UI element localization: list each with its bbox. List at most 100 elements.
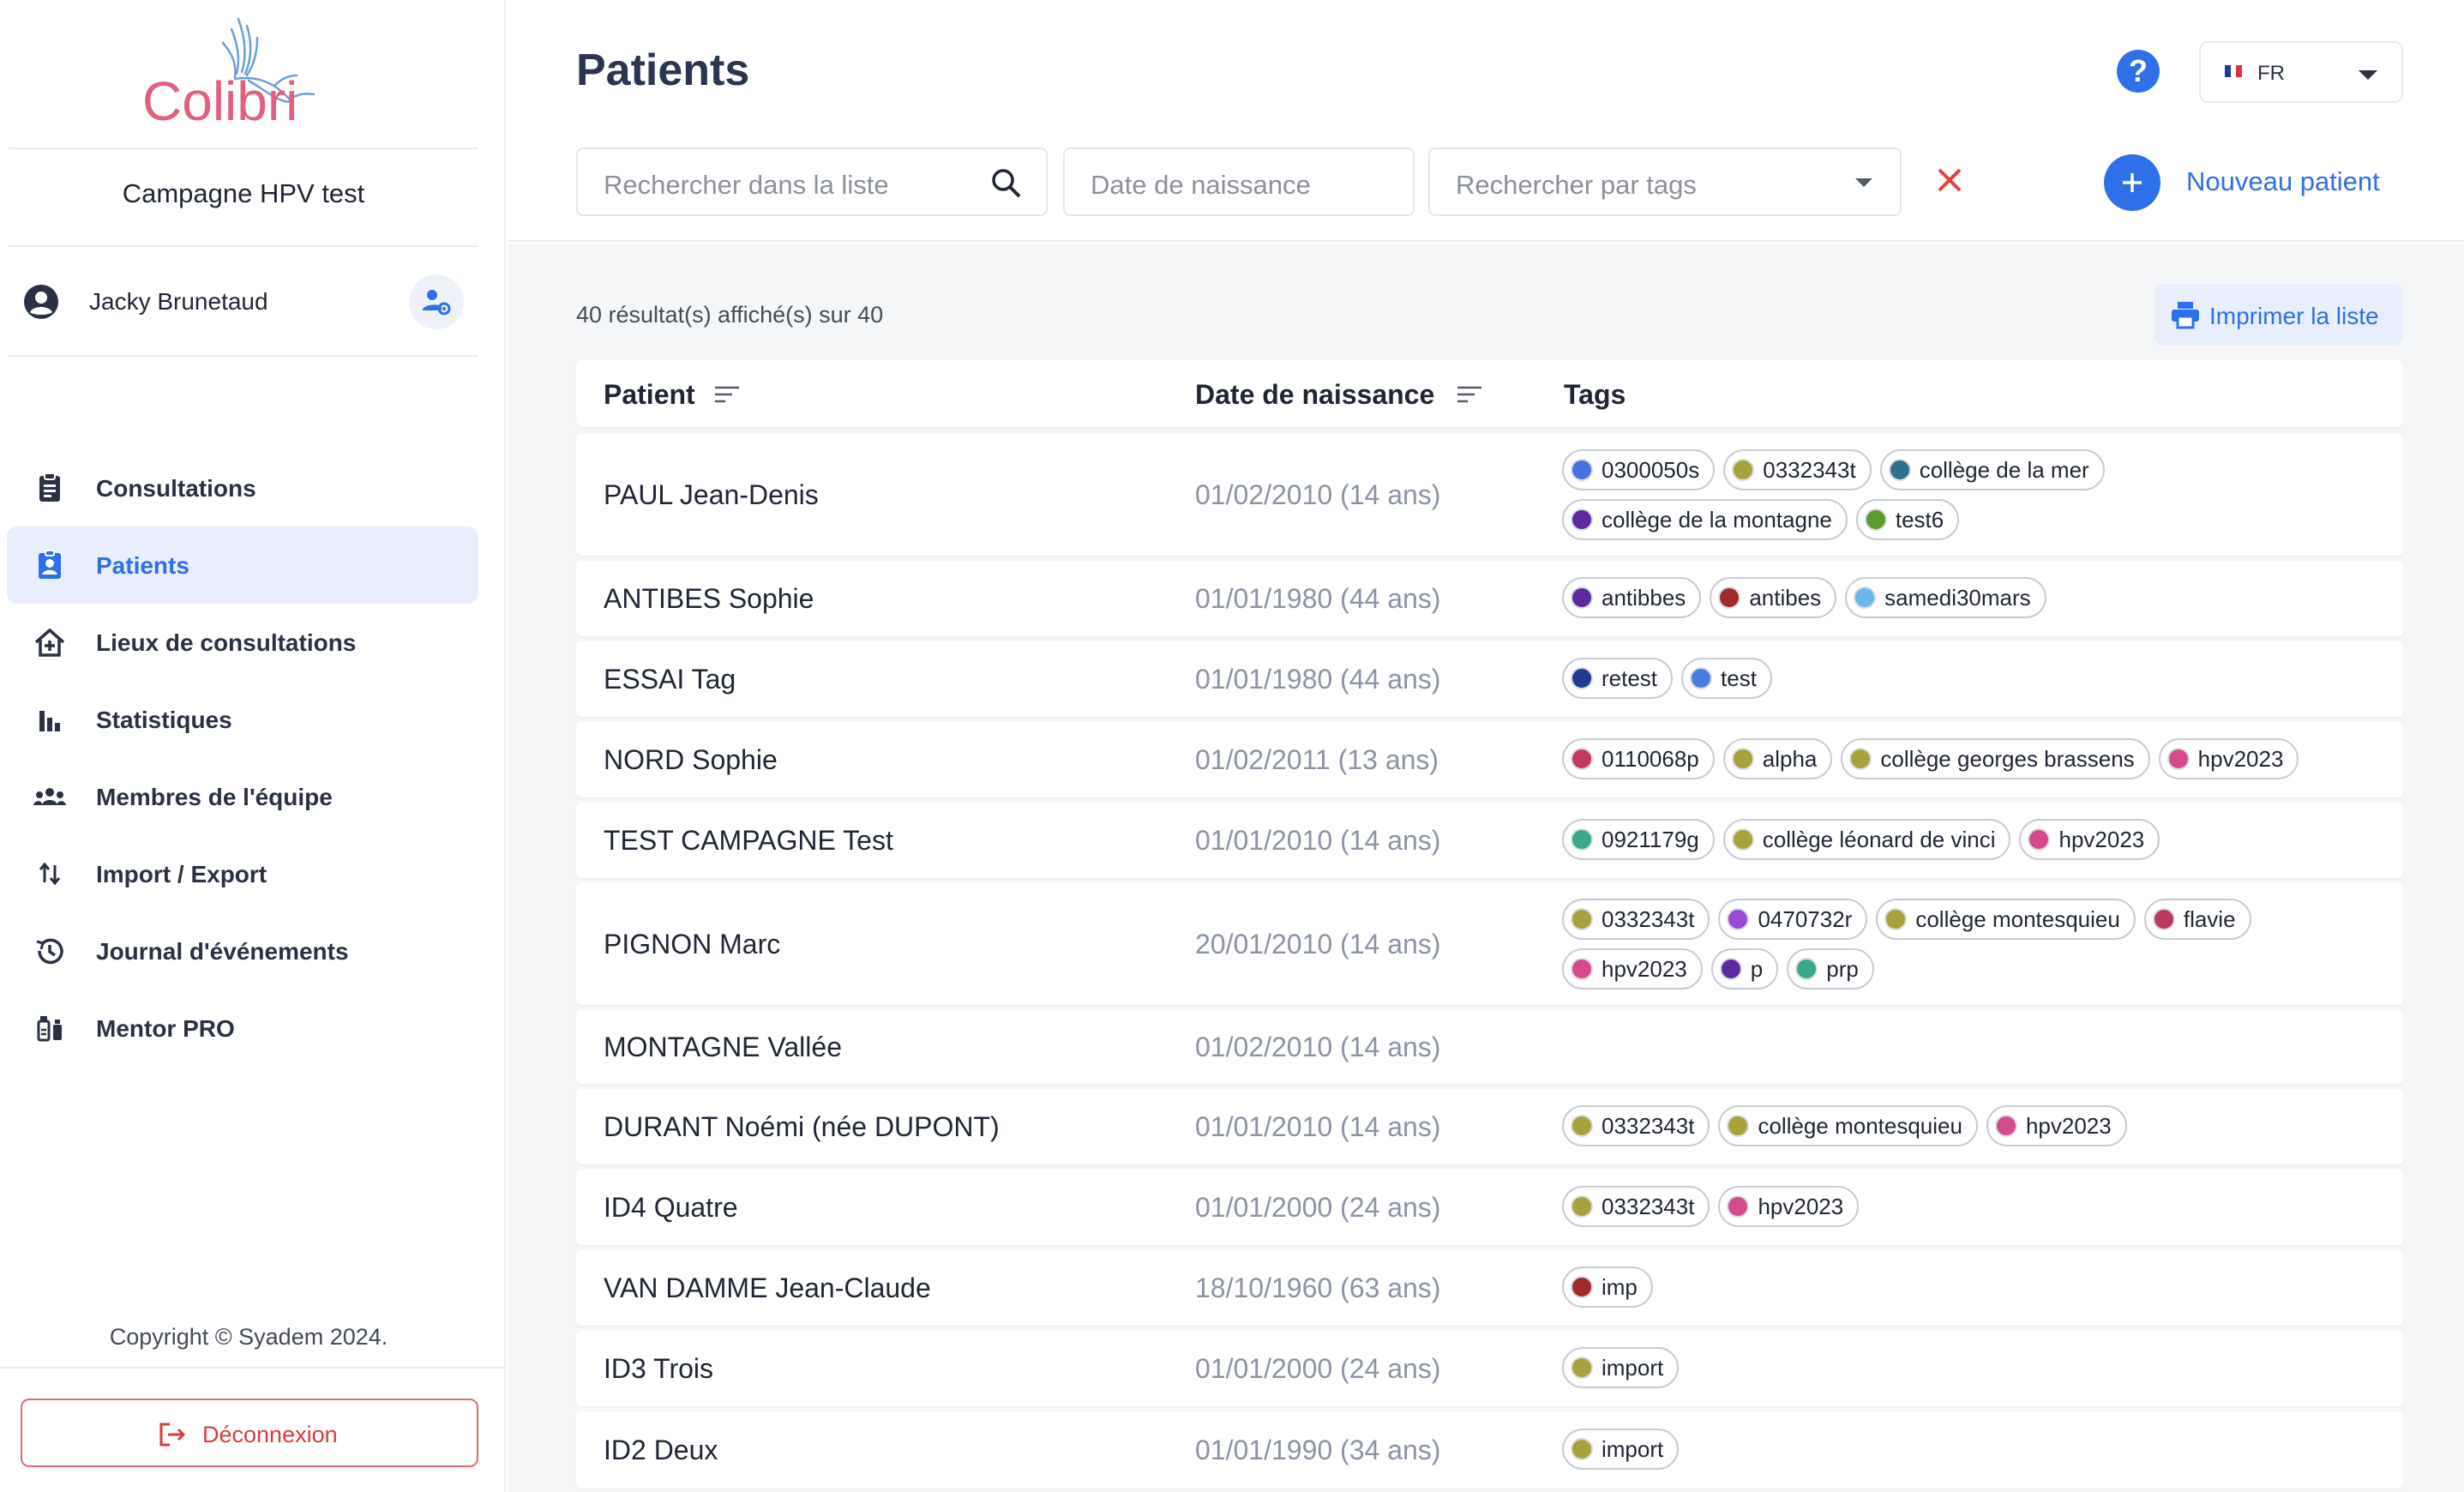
tag-label: 0300050s [1602,456,1700,483]
tag-chip[interactable]: antibbes [1562,577,1702,618]
tag-chip[interactable]: collège de la mer [1879,449,2105,490]
main-content: 40 résultat(s) affiché(s) sur 40 Imprime… [508,244,2464,1492]
tag-chip[interactable]: collège léonard de vinci [1722,819,2011,860]
tag-label: 0110068p [1602,745,1699,772]
table-row[interactable]: VAN DAMME Jean-Claude 18/10/1960 (63 ans)… [576,1250,2403,1326]
patient-birthdate: 01/01/1980 (44 ans) [1195,664,1441,695]
tag-color-dot [1571,1438,1593,1460]
nav-item-consultations[interactable]: Consultations [7,449,478,526]
search-icon[interactable] [989,166,1024,201]
table-row[interactable]: PIGNON Marc 20/01/2010 (14 ans) 0332343t 04… [576,883,2403,1005]
sort-icon[interactable] [713,382,741,406]
tag-list: import [1562,1347,2334,1388]
birthdate-input[interactable]: Date de naissance [1063,147,1415,216]
patient-name: NORD Sophie [604,744,778,775]
history-icon [36,938,63,965]
patient-name: PIGNON Marc [604,929,781,960]
tag-chip[interactable]: collège montesquieu [1876,899,2136,940]
tag-chip[interactable]: import [1562,1347,1680,1388]
tag-chip[interactable]: collège georges brassens [1841,738,2150,779]
search-input[interactable]: Rechercher dans la liste [576,147,1048,216]
user-settings-button[interactable] [409,274,464,329]
nav-item-statistiques[interactable]: Statistiques [7,681,478,758]
tag-chip[interactable]: 0300050s [1562,449,1716,490]
patient-birthdate: 20/01/2010 (14 ans) [1195,929,1441,960]
new-patient-button[interactable] [2104,154,2161,211]
tag-chip[interactable]: hpv2023 [1986,1105,2127,1146]
tag-chip[interactable]: imp [1562,1266,1653,1308]
column-header-birthdate[interactable]: Date de naissance [1195,379,1481,411]
sort-icon[interactable] [1456,382,1483,406]
table-row[interactable]: PAUL Jean-Denis 01/02/2010 (14 ans) 030005… [576,434,2403,556]
tags-select[interactable]: Rechercher par tags [1428,147,1902,216]
clear-filters-icon[interactable] [1932,163,1967,197]
table-row[interactable]: TEST CAMPAGNE Test 01/01/2010 (14 ans) 092… [576,803,2403,878]
tag-chip[interactable]: p [1710,948,1779,990]
tag-color-dot [1854,587,1877,609]
tag-chip[interactable]: 0332343t [1562,899,1710,940]
tag-color-dot [1719,958,1742,980]
tag-chip[interactable]: 0332343t [1562,1186,1710,1227]
logout-icon [159,1423,186,1447]
logo-text: Colibri [142,70,297,132]
tag-chip[interactable]: alpha [1722,738,1833,779]
tag-chip[interactable]: 0332343t [1562,1105,1710,1146]
user-row: Jacky Brunetaud [22,274,468,329]
tag-chip[interactable]: 0921179g [1562,819,1715,860]
tag-chip[interactable]: hpv2023 [1562,948,1703,990]
patient-birthdate: 01/01/2010 (14 ans) [1195,1111,1441,1142]
nav-label: Mentor PRO [96,1015,235,1042]
tag-chip[interactable]: test [1681,658,1772,699]
help-button[interactable]: ? [2117,50,2160,93]
tag-chip[interactable]: 0332343t [1723,449,1872,490]
nav-label: Import / Export [96,861,267,887]
table-row[interactable]: MONTAGNE Vallée 01/02/2010 (14 ans) [576,1010,2403,1084]
tag-chip[interactable]: flavie [2143,899,2251,940]
table-row[interactable]: NORD Sophie 01/02/2011 (13 ans) 0110068p al… [576,722,2403,797]
tag-list: 0921179g collège léonard de vinci hpv2023 [1562,819,2334,860]
tag-chip[interactable]: collège de la montagne [1562,499,1848,540]
bar-chart-icon [39,711,60,731]
tag-chip[interactable]: 0110068p [1562,738,1715,779]
table-row[interactable]: ID2 Deux 01/01/1990 (34 ans) import [576,1411,2403,1489]
tag-chip[interactable]: prp [1787,948,1874,990]
language-select[interactable]: FR [2199,41,2403,103]
nav-item-mentor-pro[interactable]: Mentor PRO [7,990,478,1067]
table-row[interactable]: ESSAI Tag 01/01/1980 (44 ans) retest test [576,641,2403,717]
tag-chip[interactable]: 0470732r [1718,899,1868,940]
tag-chip[interactable]: antibes [1710,577,1837,618]
tag-color-dot [2028,828,2051,851]
tag-chip[interactable]: import [1562,1429,1680,1470]
tag-label: import [1602,1435,1664,1462]
colibri-logo[interactable]: Colibri [137,12,334,132]
table-row[interactable]: DURANT Noémi (née DUPONT) 01/01/2010 (14 … [576,1089,2403,1164]
new-patient-link[interactable]: Nouveau patient [2186,166,2380,197]
column-header-patient[interactable]: Patient [604,379,739,411]
tag-chip[interactable]: hpv2023 [2158,738,2299,779]
patient-birthdate: 01/01/1990 (34 ans) [1195,1435,1441,1465]
nav-item-import-export[interactable]: Import / Export [7,835,478,912]
divider [0,1367,506,1369]
tag-chip[interactable]: hpv2023 [1718,1186,1860,1227]
tag-chip[interactable]: retest [1562,658,1674,699]
table-row[interactable]: ANTIBES Sophie 01/01/1980 (44 ans) antibbe… [576,561,2403,636]
clipboard-icon [39,472,60,502]
patient-name: ANTIBES Sophie [604,583,814,614]
table-row[interactable]: ID4 Quatre 01/01/2000 (24 ans) 0332343t hpv… [576,1170,2403,1245]
nav-item-membres[interactable]: Membres de l'équipe [7,758,478,835]
patient-birthdate: 01/01/2000 (24 ans) [1195,1192,1441,1223]
tag-chip[interactable]: samedi30mars [1845,577,2046,618]
tag-chip[interactable]: test6 [1855,499,1960,540]
tag-chip[interactable]: collège montesquieu [1718,1105,1978,1146]
team-icon [33,788,66,805]
print-list-button[interactable]: Imprimer la liste [2154,284,2403,346]
nav-item-lieux[interactable]: Lieux de consultations [7,604,478,681]
nav-item-journal[interactable]: Journal d'événements [7,912,478,990]
divider [9,355,478,357]
copyright: Copyright © Syadem 2024. [109,1324,388,1350]
tag-list: 0332343t collège montesquieu hpv2023 [1562,1105,2334,1146]
logout-button[interactable]: Déconnexion [21,1399,478,1467]
table-row[interactable]: ID3 Trois 01/01/2000 (24 ans) import [576,1331,2403,1406]
nav-item-patients[interactable]: Patients [7,526,478,604]
tag-chip[interactable]: hpv2023 [2019,819,2161,860]
